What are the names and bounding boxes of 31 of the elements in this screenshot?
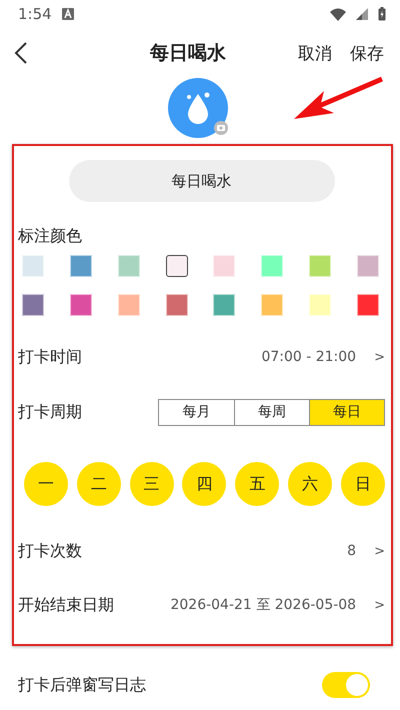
weekday-button[interactable]: 四	[182, 462, 226, 506]
setting-label: 打卡后弹窗写日志	[18, 674, 146, 696]
weekday-button[interactable]: 一	[24, 462, 68, 506]
header-action[interactable]: 保存	[332, 42, 384, 64]
weekday-button[interactable]: 日	[340, 462, 385, 506]
weekday-button[interactable]: 五	[235, 462, 280, 506]
weekday-button[interactable]: 三	[130, 462, 174, 506]
status-time: 1:54	[18, 5, 52, 23]
page-title: 每日喝水	[149, 41, 227, 66]
setting-label: 打卡时间	[18, 346, 82, 368]
setting-value[interactable]: 2026-04-21 至 2026-05-08	[170, 596, 356, 614]
notification-icon	[62, 8, 74, 20]
weekday-button[interactable]: 二	[76, 462, 121, 506]
weekday-button[interactable]: 六	[288, 462, 332, 506]
setting-value[interactable]: 8	[347, 543, 356, 559]
color-swatch[interactable]	[166, 255, 188, 277]
toggle-switch[interactable]	[322, 672, 370, 698]
header-action[interactable]: 取消	[280, 42, 332, 64]
setting-label: 打卡周期	[18, 402, 82, 422]
signal-icon	[356, 8, 368, 20]
battery-icon	[378, 7, 386, 21]
setting-label: 开始结束日期	[18, 594, 114, 616]
chevron[interactable]: >	[374, 544, 385, 558]
name-field[interactable]: 每日喝水	[68, 160, 334, 202]
chevron[interactable]: >	[374, 598, 385, 612]
period-tab[interactable]: 每日	[309, 400, 384, 424]
section-label: 标注颜色	[18, 226, 83, 247]
wifi-icon	[330, 8, 346, 20]
chevron[interactable]: >	[374, 350, 385, 364]
setting-value[interactable]: 07:00 - 21:00	[261, 349, 356, 365]
setting-label: 打卡次数	[18, 540, 82, 562]
